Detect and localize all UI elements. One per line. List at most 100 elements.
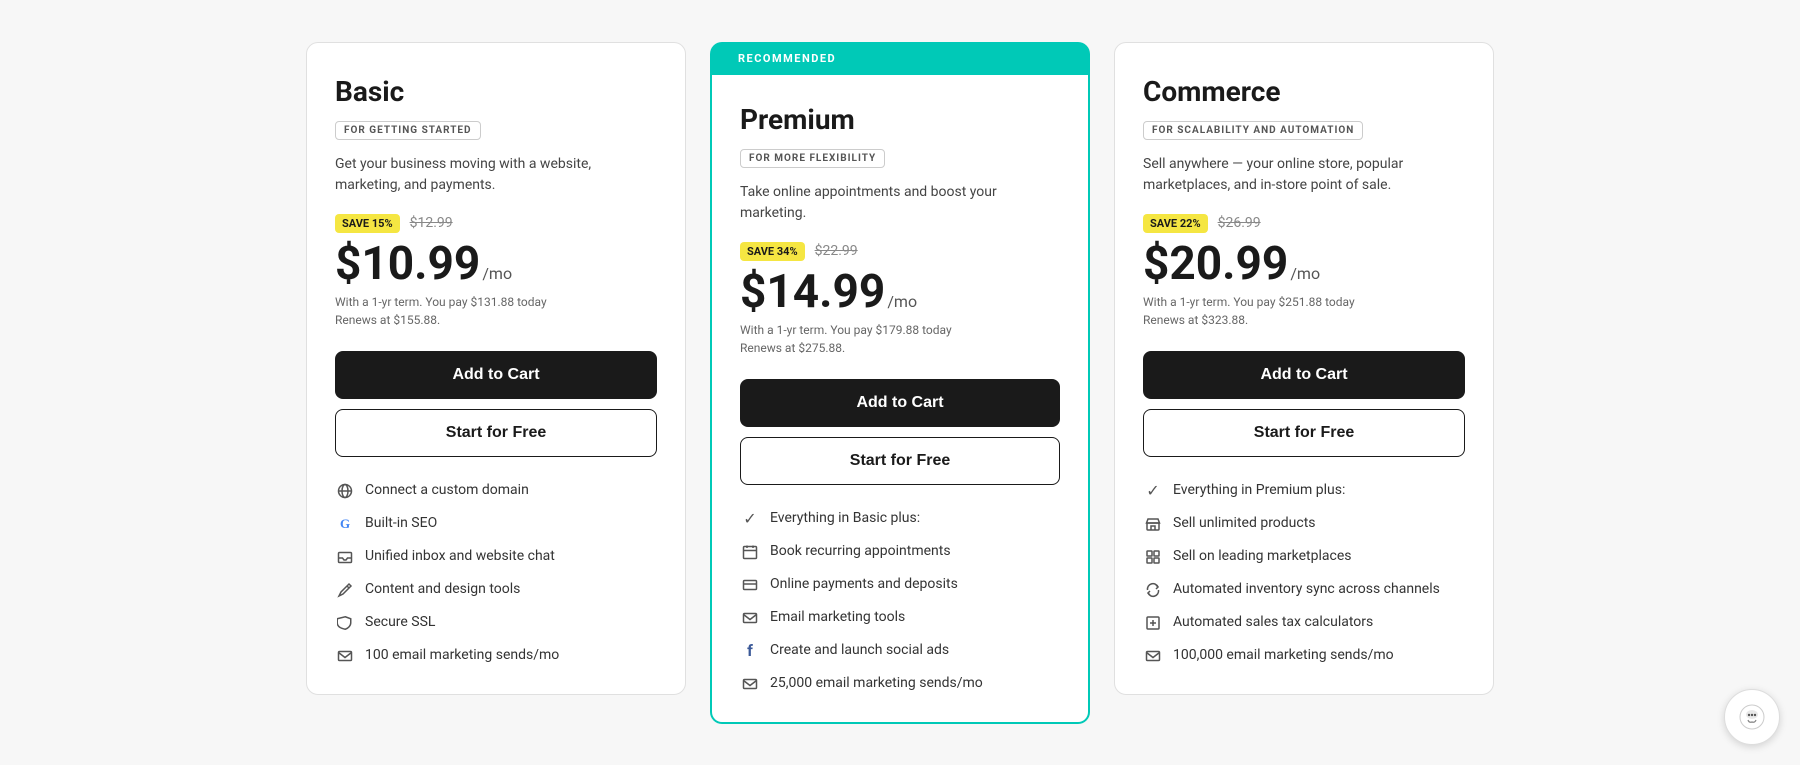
store-icon (1143, 514, 1163, 534)
globe-icon (335, 481, 355, 501)
feature-item: 100,000 email marketing sends/mo (1143, 646, 1465, 666)
plan-tag-commerce: For Scalability and Automation (1143, 121, 1363, 140)
start-free-button-basic[interactable]: Start for Free (335, 409, 657, 457)
price-display-premium: $14.99 /mo (740, 269, 1060, 315)
feature-text: Automated inventory sync across channels (1173, 580, 1440, 600)
add-to-cart-button-premium[interactable]: Add to Cart (740, 379, 1060, 427)
features-list-premium: ✓ Everything in Basic plus: Book recurri… (740, 509, 1060, 694)
feature-text: Online payments and deposits (770, 575, 958, 595)
pricing-container: Basic For Getting Started Get your busin… (200, 2, 1600, 764)
chat-button[interactable] (1724, 689, 1780, 745)
feature-text: Create and launch social ads (770, 641, 949, 661)
check-icon: ✓ (1143, 481, 1163, 501)
feature-text: 100,000 email marketing sends/mo (1173, 646, 1394, 666)
feature-item: 100 email marketing sends/mo (335, 646, 657, 666)
feature-text: 25,000 email marketing sends/mo (770, 674, 983, 694)
check-icon: ✓ (740, 509, 760, 529)
start-free-button-premium[interactable]: Start for Free (740, 437, 1060, 485)
save-badge-commerce: SAVE 22% (1143, 214, 1208, 233)
price-amount-commerce: $20.99 (1143, 241, 1288, 287)
price-period-premium: /mo (887, 292, 917, 311)
plan-tag-basic: For Getting Started (335, 121, 481, 140)
pricing-row-premium: SAVE 34% $22.99 (740, 242, 1060, 261)
price-note-basic: With a 1-yr term. You pay $131.88 today … (335, 293, 657, 329)
feature-item: Secure SSL (335, 613, 657, 633)
price-note-commerce: With a 1-yr term. You pay $251.88 today … (1143, 293, 1465, 329)
plan-card-commerce: Commerce For Scalability and Automation … (1114, 42, 1494, 695)
facebook-icon: f (740, 641, 760, 661)
price-amount-premium: $14.99 (740, 269, 885, 315)
feature-text: Automated sales tax calculators (1173, 613, 1373, 633)
plan-card-basic: Basic For Getting Started Get your busin… (306, 42, 686, 695)
shield-icon (335, 613, 355, 633)
original-price-basic: $12.99 (410, 215, 453, 231)
pricing-row-basic: SAVE 15% $12.99 (335, 214, 657, 233)
feature-item: Automated inventory sync across channels (1143, 580, 1465, 600)
inbox-icon (335, 547, 355, 567)
save-badge-premium: SAVE 34% (740, 242, 805, 261)
feature-item: Automated sales tax calculators (1143, 613, 1465, 633)
feature-item: ✓ Everything in Basic plus: (740, 509, 1060, 529)
plan-card-premium: Premium For More Flexibility Take online… (710, 75, 1090, 724)
features-list-commerce: ✓ Everything in Premium plus: Sell unlim… (1143, 481, 1465, 666)
feature-text: Built-in SEO (365, 514, 437, 534)
original-price-commerce: $26.99 (1218, 215, 1261, 231)
sync-icon (1143, 580, 1163, 600)
feature-text: 100 email marketing sends/mo (365, 646, 559, 666)
design-icon (335, 580, 355, 600)
google-icon: G (335, 514, 355, 534)
feature-item: G Built-in SEO (335, 514, 657, 534)
calendar-icon (740, 542, 760, 562)
plan-description-premium: Take online appointments and boost your … (740, 182, 1060, 224)
feature-item: 25,000 email marketing sends/mo (740, 674, 1060, 694)
price-display-basic: $10.99 /mo (335, 241, 657, 287)
feature-text: Everything in Basic plus: (770, 509, 920, 529)
feature-item: Email marketing tools (740, 608, 1060, 628)
plan-name-premium: Premium (740, 103, 1060, 136)
price-amount-basic: $10.99 (335, 241, 480, 287)
feature-text: Sell on leading marketplaces (1173, 547, 1351, 567)
feature-text: Secure SSL (365, 613, 435, 633)
tax-icon (1143, 613, 1163, 633)
email-icon (740, 674, 760, 694)
email-icon (1143, 646, 1163, 666)
price-display-commerce: $20.99 /mo (1143, 241, 1465, 287)
feature-item: Sell unlimited products (1143, 514, 1465, 534)
recommended-badge-bar: RECOMMENDED (710, 42, 1090, 75)
plan-name-commerce: Commerce (1143, 75, 1465, 108)
feature-item: Content and design tools (335, 580, 657, 600)
feature-text: Connect a custom domain (365, 481, 529, 501)
feature-item: ✓ Everything in Premium plus: (1143, 481, 1465, 501)
plan-tag-premium: For More Flexibility (740, 149, 885, 168)
plan-description-basic: Get your business moving with a website,… (335, 154, 657, 196)
feature-item: Book recurring appointments (740, 542, 1060, 562)
feature-item: Online payments and deposits (740, 575, 1060, 595)
plan-description-commerce: Sell anywhere — your online store, popul… (1143, 154, 1465, 196)
feature-text: Sell unlimited products (1173, 514, 1316, 534)
email-icon (740, 608, 760, 628)
feature-item: f Create and launch social ads (740, 641, 1060, 661)
plan-card-premium-wrapper: RECOMMENDED Premium For More Flexibility… (710, 42, 1090, 724)
start-free-button-commerce[interactable]: Start for Free (1143, 409, 1465, 457)
feature-text: Unified inbox and website chat (365, 547, 555, 567)
feature-item: Connect a custom domain (335, 481, 657, 501)
price-period-commerce: /mo (1290, 264, 1320, 283)
payment-icon (740, 575, 760, 595)
features-list-basic: Connect a custom domain G Built-in SEO U… (335, 481, 657, 666)
pricing-row-commerce: SAVE 22% $26.99 (1143, 214, 1465, 233)
add-to-cart-button-basic[interactable]: Add to Cart (335, 351, 657, 399)
price-period-basic: /mo (482, 264, 512, 283)
feature-item: Sell on leading marketplaces (1143, 547, 1465, 567)
save-badge-basic: SAVE 15% (335, 214, 400, 233)
original-price-premium: $22.99 (815, 243, 858, 259)
feature-text: Everything in Premium plus: (1173, 481, 1345, 501)
email-icon (335, 646, 355, 666)
add-to-cart-button-commerce[interactable]: Add to Cart (1143, 351, 1465, 399)
recommended-label: RECOMMENDED (738, 52, 836, 65)
feature-text: Email marketing tools (770, 608, 905, 628)
feature-text: Content and design tools (365, 580, 520, 600)
feature-text: Book recurring appointments (770, 542, 951, 562)
price-note-premium: With a 1-yr term. You pay $179.88 today … (740, 321, 1060, 357)
plan-name-basic: Basic (335, 75, 657, 108)
marketplace-icon (1143, 547, 1163, 567)
